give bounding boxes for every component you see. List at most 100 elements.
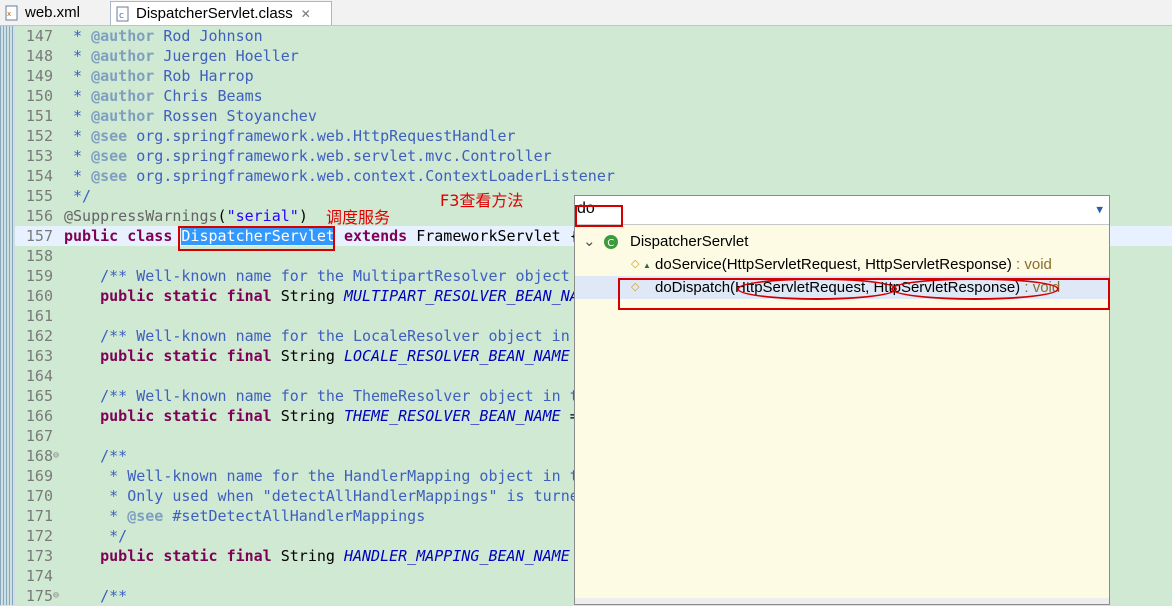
code-text: * @see org.springframework.web.servlet.m… bbox=[64, 146, 552, 166]
line-number: 169 bbox=[25, 467, 53, 485]
tab-web-xml[interactable]: x web.xml bbox=[0, 1, 108, 24]
tree-item-method[interactable]: ◇ ▲ doService(HttpServletRequest, HttpSe… bbox=[575, 253, 1109, 276]
annotation-dispatch-service: 调度服务 bbox=[326, 208, 391, 227]
fold-icon[interactable]: ⊖ bbox=[53, 586, 63, 606]
code-text: * Well-known name for the HandlerMapping… bbox=[64, 466, 579, 486]
code-token: final bbox=[226, 407, 272, 425]
code-token: */ bbox=[64, 527, 128, 545]
code-line[interactable]: 153 * @see org.springframework.web.servl… bbox=[15, 146, 1172, 166]
line-number: 172 bbox=[25, 527, 53, 545]
code-token: * bbox=[64, 167, 92, 185]
code-token: @author bbox=[91, 47, 155, 65]
quick-outline-popup[interactable]: do ▼ ⌄ C DispatcherServlet ◇ ▲ doService… bbox=[574, 195, 1110, 605]
line-number: 168 bbox=[25, 447, 53, 465]
code-token: MULTIPART_RESOLVER_BEAN_NA bbox=[343, 287, 579, 305]
code-text: @SuppressWarnings("serial") bbox=[64, 206, 308, 226]
line-number: 148 bbox=[25, 47, 53, 65]
override-marker-icon: ▲ bbox=[643, 261, 651, 270]
class-file-icon: c bbox=[115, 6, 131, 22]
line-number: 174 bbox=[25, 567, 53, 585]
code-token: /** Well-known name for the LocaleResolv… bbox=[64, 327, 570, 345]
code-line[interactable]: 154 * @see org.springframework.web.conte… bbox=[15, 166, 1172, 186]
code-token: @see bbox=[127, 507, 164, 525]
code-token: public bbox=[100, 547, 155, 565]
code-line[interactable]: 151 * @author Rossen Stoyanchev bbox=[15, 106, 1172, 126]
code-line[interactable]: 152 * @see org.springframework.web.HttpR… bbox=[15, 126, 1172, 146]
line-number: 151 bbox=[25, 107, 53, 125]
line-number: 166 bbox=[25, 407, 53, 425]
tab-label: web.xml bbox=[25, 4, 81, 21]
xml-file-icon: x bbox=[4, 5, 20, 21]
highlight-oval-response-param bbox=[891, 278, 1059, 300]
code-line[interactable]: 147 * @author Rod Johnson bbox=[15, 26, 1172, 46]
code-text: */ bbox=[64, 186, 91, 206]
code-token: * Well-known name for the HandlerMapping… bbox=[64, 467, 579, 485]
line-number: 155 bbox=[25, 187, 53, 205]
code-line[interactable]: 148 * @author Juergen Hoeller bbox=[15, 46, 1172, 66]
code-token: public bbox=[100, 287, 155, 305]
popup-horizontal-scrollbar[interactable] bbox=[575, 598, 1109, 604]
view-menu-icon[interactable]: ▼ bbox=[1096, 203, 1103, 216]
line-number: 149 bbox=[25, 67, 53, 85]
code-text: * @see org.springframework.web.context.C… bbox=[64, 166, 615, 186]
code-token: * bbox=[64, 507, 128, 525]
vertical-ruler bbox=[0, 26, 15, 605]
code-token: static bbox=[163, 287, 218, 305]
code-text: public static final String HANDLER_MAPPI… bbox=[64, 546, 570, 566]
line-number: 175 bbox=[25, 587, 53, 605]
line-number: 159 bbox=[25, 267, 53, 285]
code-token: static bbox=[163, 407, 218, 425]
tab-label: DispatcherServlet.class bbox=[136, 5, 293, 22]
code-token: final bbox=[226, 547, 272, 565]
code-token: Rob Harrop bbox=[154, 67, 254, 85]
code-token: Juergen Hoeller bbox=[154, 47, 299, 65]
code-token: * bbox=[64, 147, 92, 165]
code-token: * bbox=[64, 107, 92, 125]
highlight-box-class-name bbox=[178, 226, 335, 251]
code-token: @author bbox=[91, 27, 155, 45]
code-token: String bbox=[271, 407, 344, 425]
code-text: /** Well-known name for the LocaleResolv… bbox=[64, 326, 570, 346]
code-token: final bbox=[226, 347, 272, 365]
expand-icon[interactable]: ⌄ bbox=[583, 230, 596, 253]
annotation-f3-hint: F3查看方法 bbox=[440, 191, 524, 210]
code-token: */ bbox=[64, 187, 92, 205]
outline-filter[interactable]: do ▼ bbox=[575, 196, 1109, 225]
tree-item-class[interactable]: ⌄ C DispatcherServlet bbox=[575, 230, 1109, 253]
fold-icon[interactable]: ⊖ bbox=[53, 446, 63, 466]
code-line[interactable]: 150 * @author Chris Beams bbox=[15, 86, 1172, 106]
line-number: 164 bbox=[25, 367, 53, 385]
line-number: 171 bbox=[25, 507, 53, 525]
code-text: * Only used when "detectAllHandlerMappin… bbox=[64, 486, 579, 506]
code-token: org.springframework.web.context.ContextL… bbox=[127, 167, 615, 185]
line-number: 156 bbox=[25, 207, 53, 225]
code-token: String bbox=[271, 547, 344, 565]
code-token: class bbox=[127, 227, 173, 245]
code-text: /** Well-known name for the ThemeResolve… bbox=[64, 386, 579, 406]
code-text: * @author Rossen Stoyanchev bbox=[64, 106, 317, 126]
code-token: public bbox=[100, 407, 155, 425]
code-line[interactable]: 149 * @author Rob Harrop bbox=[15, 66, 1172, 86]
class-name: DispatcherServlet bbox=[630, 233, 749, 250]
code-token: final bbox=[226, 287, 272, 305]
code-token: Chris Beams bbox=[154, 87, 263, 105]
code-text: /** bbox=[64, 586, 127, 606]
code-token: Rod Johnson bbox=[154, 27, 263, 45]
close-icon[interactable]: ✕ bbox=[301, 7, 311, 21]
code-token: LOCALE_RESOLVER_BEAN_NAME bbox=[343, 347, 570, 365]
code-text: public static final String MULTIPART_RES… bbox=[64, 286, 579, 306]
code-token: @author bbox=[91, 107, 155, 125]
tab-dispatcherservlet-class[interactable]: c DispatcherServlet.class ✕ bbox=[110, 1, 332, 25]
protected-method-icon: ◇ bbox=[631, 258, 640, 270]
svg-text:x: x bbox=[7, 10, 11, 18]
code-token: FrameworkServlet { bbox=[407, 227, 579, 245]
code-token: * bbox=[64, 127, 92, 145]
